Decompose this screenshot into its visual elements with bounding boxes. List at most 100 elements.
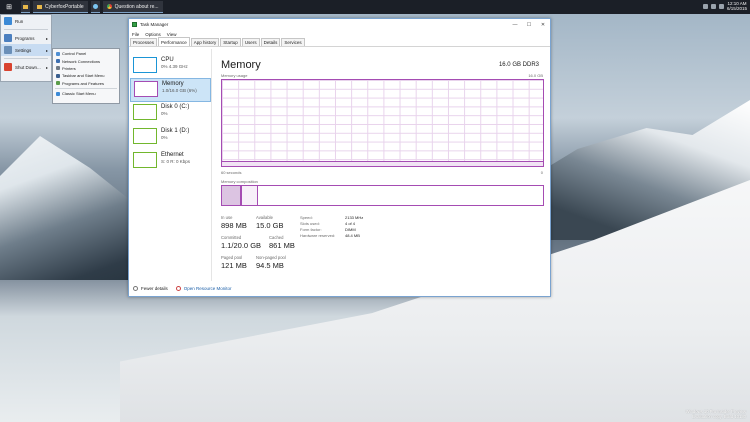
taskbar-item-app[interactable] — [90, 1, 100, 13]
submenu-item-taskbar[interactable]: Taskbar and Start Menu — [53, 72, 119, 79]
title-bar[interactable]: Task Manager — ☐ ✕ — [129, 19, 550, 30]
tab-performance[interactable]: Performance — [158, 37, 190, 46]
printer-icon — [56, 66, 60, 71]
resource-item-disk0[interactable]: Disk 0 (C:) 0% — [130, 102, 211, 126]
stat-label: In use — [221, 215, 233, 220]
submenu-item-label: Control Panel — [62, 51, 87, 57]
spec-slots: 4 of 4 — [345, 221, 356, 226]
resource-item-cpu[interactable]: CPU 0% 4.39 GHz — [130, 55, 211, 79]
chevron-up-icon — [133, 286, 138, 291]
taskbar-item-cyberfox[interactable]: CyberfoxPortable — [33, 1, 88, 13]
task-manager-icon — [132, 22, 137, 27]
resource-name: Disk 0 (C:) — [161, 104, 190, 110]
chevron-right-icon: ▸ — [45, 64, 48, 70]
maximize-button[interactable]: ☐ — [522, 19, 536, 30]
fewer-details-button[interactable]: Fewer details — [133, 286, 168, 291]
close-button[interactable]: ✕ — [536, 19, 550, 30]
menu-file[interactable]: File — [132, 32, 139, 37]
performance-pane: CPU 0% 4.39 GHz Memory 1.0/16.0 GB (6%) … — [129, 49, 550, 281]
resource-name: Memory — [162, 81, 184, 87]
submenu-item-label: Taskbar and Start Menu — [62, 73, 105, 79]
taskbar-item-explorer[interactable] — [21, 1, 30, 13]
submenu-item-network[interactable]: Network Connections — [53, 57, 119, 64]
tab-app-history[interactable]: App history — [190, 38, 220, 46]
spec-speed: 2133 MHz — [345, 215, 364, 220]
fewer-details-label: Fewer details — [141, 286, 168, 291]
submenu-item-printers[interactable]: Printers — [53, 65, 119, 72]
folder-icon — [23, 4, 28, 9]
minimize-button[interactable]: — — [508, 19, 522, 30]
stat-available: 15.0 GB — [256, 221, 284, 230]
resource-value: 1.0/16.0 GB (6%) — [162, 88, 197, 93]
menu-bar: File Options View — [129, 30, 550, 38]
system-tray: 12:10 AM 6/15/2015 — [702, 1, 747, 11]
clock[interactable]: 12:10 AM 6/15/2015 — [727, 1, 747, 11]
memory-usage-fill — [222, 160, 543, 166]
stat-in-use: 898 MB — [221, 221, 247, 230]
disk-mini-graph — [133, 128, 157, 144]
resource-value: 0% — [161, 111, 168, 116]
start-menu-item-label: Settings — [15, 47, 32, 53]
stat-label: Cached — [269, 235, 284, 240]
settings-submenu: Control Panel Network Connections Printe… — [52, 48, 120, 104]
ethernet-mini-graph — [133, 152, 157, 168]
start-menu-item-label: Run — [15, 18, 24, 24]
tab-users[interactable]: Users — [241, 38, 260, 46]
resource-name: Disk 1 (D:) — [161, 128, 190, 134]
chevron-right-icon: ▸ — [45, 35, 48, 41]
composition-label: Memory composition — [221, 179, 258, 184]
stat-cached: 861 MB — [269, 241, 295, 250]
start-menu-item-run[interactable]: Run — [1, 15, 51, 27]
taskbar-item-browser[interactable]: Question about re... — [102, 1, 163, 13]
start-menu-item-shutdown[interactable]: Shut Down... ▸ — [1, 61, 51, 73]
composition-standby[interactable] — [242, 186, 258, 205]
network-connections-icon — [56, 59, 60, 64]
open-resource-monitor-label: Open Resource Monitor — [183, 286, 232, 291]
submenu-item-classic-start[interactable]: Classic Start Menu — [53, 90, 119, 97]
spec-form-factor: DIMM — [345, 227, 356, 232]
window-title: Task Manager — [140, 22, 169, 27]
usage-graph-label: Memory usage — [221, 73, 248, 78]
spec-label: Speed: — [300, 215, 313, 220]
submenu-item-programs-features[interactable]: Programs and Features — [53, 80, 119, 87]
evaluation-watermark: Windows 10 Pro Insider Preview Evaluatio… — [686, 409, 746, 419]
submenu-item-control-panel[interactable]: Control Panel — [53, 50, 119, 57]
resource-item-ethernet[interactable]: Ethernet S: 0 R: 0 Kbps — [130, 150, 211, 174]
tab-details[interactable]: Details — [260, 38, 281, 46]
programs-icon — [4, 34, 12, 42]
divider — [55, 87, 117, 89]
tab-processes[interactable]: Processes — [130, 38, 158, 46]
resource-item-memory[interactable]: Memory 1.0/16.0 GB (6%) — [130, 78, 211, 102]
start-menu-item-settings[interactable]: Settings ▸ — [1, 44, 51, 56]
memory-mini-graph — [134, 81, 158, 97]
task-manager-window: Task Manager — ☐ ✕ File Options View Pro… — [128, 18, 551, 297]
start-menu: Run Programs ▸ Settings ▸ Shut Down... ▸ — [0, 14, 52, 82]
resource-value: S: 0 R: 0 Kbps — [161, 159, 191, 164]
stat-paged-pool: 121 MB — [221, 261, 247, 270]
tab-startup[interactable]: Startup — [220, 38, 241, 46]
composition-in-use[interactable] — [222, 186, 240, 205]
stat-label: Paged pool — [221, 255, 243, 260]
taskbar-item-label: CyberfoxPortable — [45, 3, 84, 10]
start-button[interactable]: ⊞ — [0, 0, 18, 14]
spec-label: Slots used: — [300, 221, 320, 226]
network-icon[interactable] — [702, 3, 708, 9]
menu-options[interactable]: Options — [145, 32, 161, 37]
memory-composition-bar — [221, 185, 544, 206]
spec-label: Hardware reserved: — [300, 233, 336, 238]
resource-name: Ethernet — [161, 152, 184, 158]
stat-label: Available — [256, 215, 273, 220]
time-axis-label: 60 seconds — [221, 170, 242, 175]
page-title: Memory — [221, 59, 261, 71]
usage-graph-max: 16.0 GB — [528, 73, 543, 78]
volume-icon[interactable] — [710, 3, 716, 9]
notification-icon[interactable] — [718, 3, 724, 9]
watermark-line: Evaluation copy. Build 10130 — [692, 414, 746, 419]
resource-item-disk1[interactable]: Disk 1 (D:) 0% — [130, 126, 211, 150]
open-resource-monitor-link[interactable]: Open Resource Monitor — [175, 286, 232, 291]
power-icon — [4, 63, 12, 71]
chevron-right-icon: ▸ — [45, 47, 48, 53]
menu-view[interactable]: View — [167, 32, 177, 37]
tab-services[interactable]: Services — [281, 38, 305, 46]
start-menu-item-programs[interactable]: Programs ▸ — [1, 32, 51, 44]
